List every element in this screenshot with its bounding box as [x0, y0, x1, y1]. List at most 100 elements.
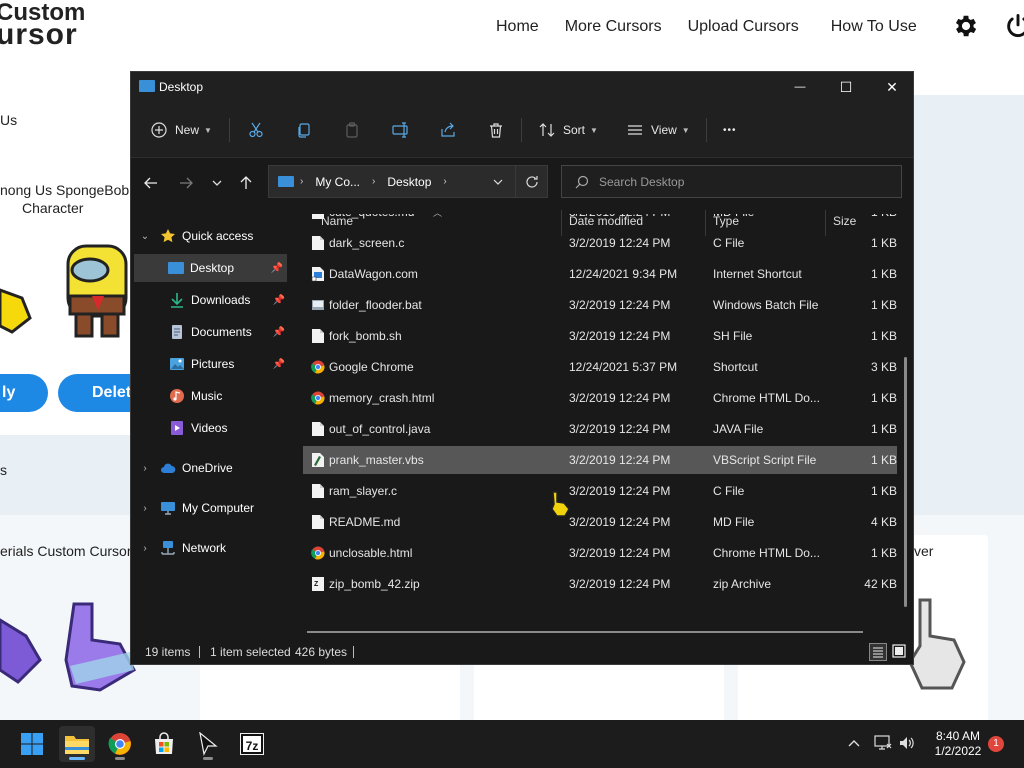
sidebar-item-downloads[interactable]: Downloads 📌 — [131, 286, 289, 314]
delete-button-label: Delet — [92, 384, 132, 401]
chevron-right-icon[interactable]: › — [138, 503, 152, 514]
taskbar-store[interactable] — [146, 726, 182, 762]
view-list-icon — [628, 125, 642, 135]
vertical-scrollbar[interactable] — [904, 357, 907, 607]
sidebar-item-network[interactable]: › Network — [131, 534, 289, 562]
view-button-label: View — [651, 123, 677, 137]
taskbar-cursor-app[interactable] — [190, 726, 226, 762]
site-nav: Home More Cursors Upload Cursors How To … — [496, 18, 943, 36]
copy-button[interactable] — [296, 116, 312, 144]
sort-button[interactable]: Sort ▼ — [539, 116, 598, 144]
cut-button[interactable] — [248, 116, 264, 144]
sidebar-item-quick-access[interactable]: ⌄ Quick access — [131, 222, 289, 250]
back-button[interactable] — [140, 172, 162, 194]
power-icon[interactable] — [1004, 12, 1024, 40]
forward-button[interactable] — [175, 172, 197, 194]
nav-how-to-use[interactable]: How To Use — [831, 18, 917, 36]
file-row[interactable]: prank_master.vbs 3/2/2019 12:24 PM VBScrip… — [303, 446, 897, 474]
horizontal-scrollbar[interactable] — [307, 631, 863, 633]
taskbar-file-explorer[interactable] — [59, 726, 95, 762]
file-row[interactable]: folder_flooder.bat 3/2/2019 12:24 PM Windo… — [303, 291, 897, 319]
chevron-up-icon[interactable] — [848, 738, 860, 748]
chevron-down-icon — [212, 180, 222, 186]
address-bar[interactable]: › My Co... › Desktop › — [268, 165, 548, 198]
file-row[interactable]: Google Chrome 12/24/2021 5:37 PM Shortcut 3… — [303, 353, 897, 381]
nav-more-cursors[interactable]: More Cursors — [565, 18, 662, 36]
share-button[interactable] — [440, 116, 456, 144]
taskbar-chrome[interactable] — [102, 726, 138, 762]
apply-button[interactable]: ly — [0, 374, 48, 412]
file-row[interactable]: fork_bomb.sh 3/2/2019 12:24 PM SH File 1 KB — [303, 322, 897, 350]
file-name: memory_crash.html — [329, 391, 435, 405]
system-clock[interactable]: 8:40 AM 1/2/2022 — [924, 729, 992, 759]
sidebar-item-onedrive[interactable]: › OneDrive — [131, 454, 289, 482]
file-row[interactable]: dark_screen.c 3/2/2019 12:24 PM C File 1 KB — [303, 229, 897, 257]
chevron-right-icon[interactable]: › — [138, 543, 152, 554]
batch-icon — [311, 297, 325, 313]
search-box[interactable] — [561, 165, 902, 198]
breadcrumb-my-computer[interactable]: My Co... — [315, 175, 360, 189]
chevron-right-icon[interactable]: › — [138, 463, 152, 474]
file-row[interactable]: DataWagon.com 12/24/2021 9:34 PM Internet … — [303, 260, 897, 288]
windows-start-icon — [21, 733, 43, 755]
file-type: VBScript Script File — [713, 453, 817, 467]
more-icon: ••• — [723, 124, 737, 136]
close-button[interactable]: ✕ — [869, 72, 915, 102]
file-type: Windows Batch File — [713, 298, 819, 312]
address-divider — [515, 166, 516, 197]
sidebar-item-documents[interactable]: Documents 📌 — [131, 318, 289, 346]
paste-button[interactable] — [344, 116, 360, 144]
refresh-icon[interactable] — [525, 175, 539, 189]
sidebar-item-videos[interactable]: Videos — [131, 414, 289, 442]
site-logo[interactable]: Custom ursor — [0, 1, 85, 50]
nav-home[interactable]: Home — [496, 18, 539, 36]
pin-icon[interactable]: 📌 — [273, 327, 285, 338]
file-row[interactable]: cute_quotes.md 3/2/2019 12:24 PM MD File 1 … — [303, 214, 897, 226]
sidebar-item-desktop[interactable]: Desktop 📌 — [134, 254, 287, 282]
recent-locations-button[interactable] — [206, 172, 228, 194]
file-icon — [311, 214, 325, 220]
minimize-button[interactable]: — — [777, 72, 823, 102]
file-row[interactable]: memory_crash.html 3/2/2019 12:24 PM Chrome… — [303, 384, 897, 412]
more-options-button[interactable]: ••• — [723, 116, 737, 144]
gear-icon[interactable] — [952, 12, 980, 40]
file-row[interactable]: README.md 3/2/2019 12:24 PM MD File 4 KB — [303, 508, 897, 536]
sidebar-item-music[interactable]: Music — [131, 382, 289, 410]
pin-icon[interactable]: 📌 — [271, 263, 283, 274]
network-status-icon[interactable] — [874, 734, 892, 752]
active-indicator — [69, 757, 85, 760]
start-button[interactable] — [14, 726, 50, 762]
details-view-button[interactable] — [869, 643, 887, 661]
rename-button[interactable] — [392, 116, 410, 144]
up-button[interactable] — [235, 172, 257, 194]
address-dropdown-icon[interactable] — [493, 177, 503, 187]
volume-icon[interactable] — [898, 734, 916, 752]
tiles-view-button[interactable] — [891, 643, 909, 661]
file-row[interactable]: unclosable.html 3/2/2019 12:24 PM Chrome H… — [303, 539, 897, 567]
file-date-modified: 3/2/2019 12:24 PM — [569, 329, 671, 343]
file-row[interactable]: Zzip_bomb_42.zip 3/2/2019 12:24 PM zip Arc… — [303, 570, 897, 598]
new-button[interactable]: New ▼ — [151, 116, 212, 144]
delete-file-button[interactable] — [488, 116, 504, 144]
file-type: C File — [713, 236, 745, 250]
file-icon — [311, 328, 325, 344]
sidebar-item-my-computer[interactable]: › My Computer — [131, 494, 289, 522]
taskbar-7zip[interactable]: 7z — [234, 726, 270, 762]
nav-upload-cursors[interactable]: Upload Cursors — [688, 18, 799, 36]
sidebar-item-pictures[interactable]: Pictures 📌 — [131, 350, 289, 378]
view-button[interactable]: View ▼ — [627, 116, 690, 144]
chrome-icon — [311, 359, 325, 375]
notification-badge[interactable]: 1 — [988, 736, 1004, 752]
search-input[interactable] — [599, 174, 879, 189]
file-row[interactable]: out_of_control.java 3/2/2019 12:24 PM JAVA… — [303, 415, 897, 443]
pin-icon[interactable]: 📌 — [273, 359, 285, 370]
chevron-down-icon[interactable]: ⌄ — [138, 231, 152, 242]
file-size: 42 KB — [864, 577, 897, 591]
file-row[interactable]: ram_slayer.c 3/2/2019 12:24 PM C File 1 KB — [303, 477, 897, 505]
card2-title: erials Custom Cursor — [0, 543, 132, 559]
title-bar[interactable]: Desktop — ☐ ✕ — [131, 72, 913, 102]
chrome-icon — [311, 545, 325, 561]
maximize-button[interactable]: ☐ — [823, 72, 869, 102]
pin-icon[interactable]: 📌 — [273, 295, 285, 306]
breadcrumb-desktop[interactable]: Desktop — [387, 175, 431, 189]
